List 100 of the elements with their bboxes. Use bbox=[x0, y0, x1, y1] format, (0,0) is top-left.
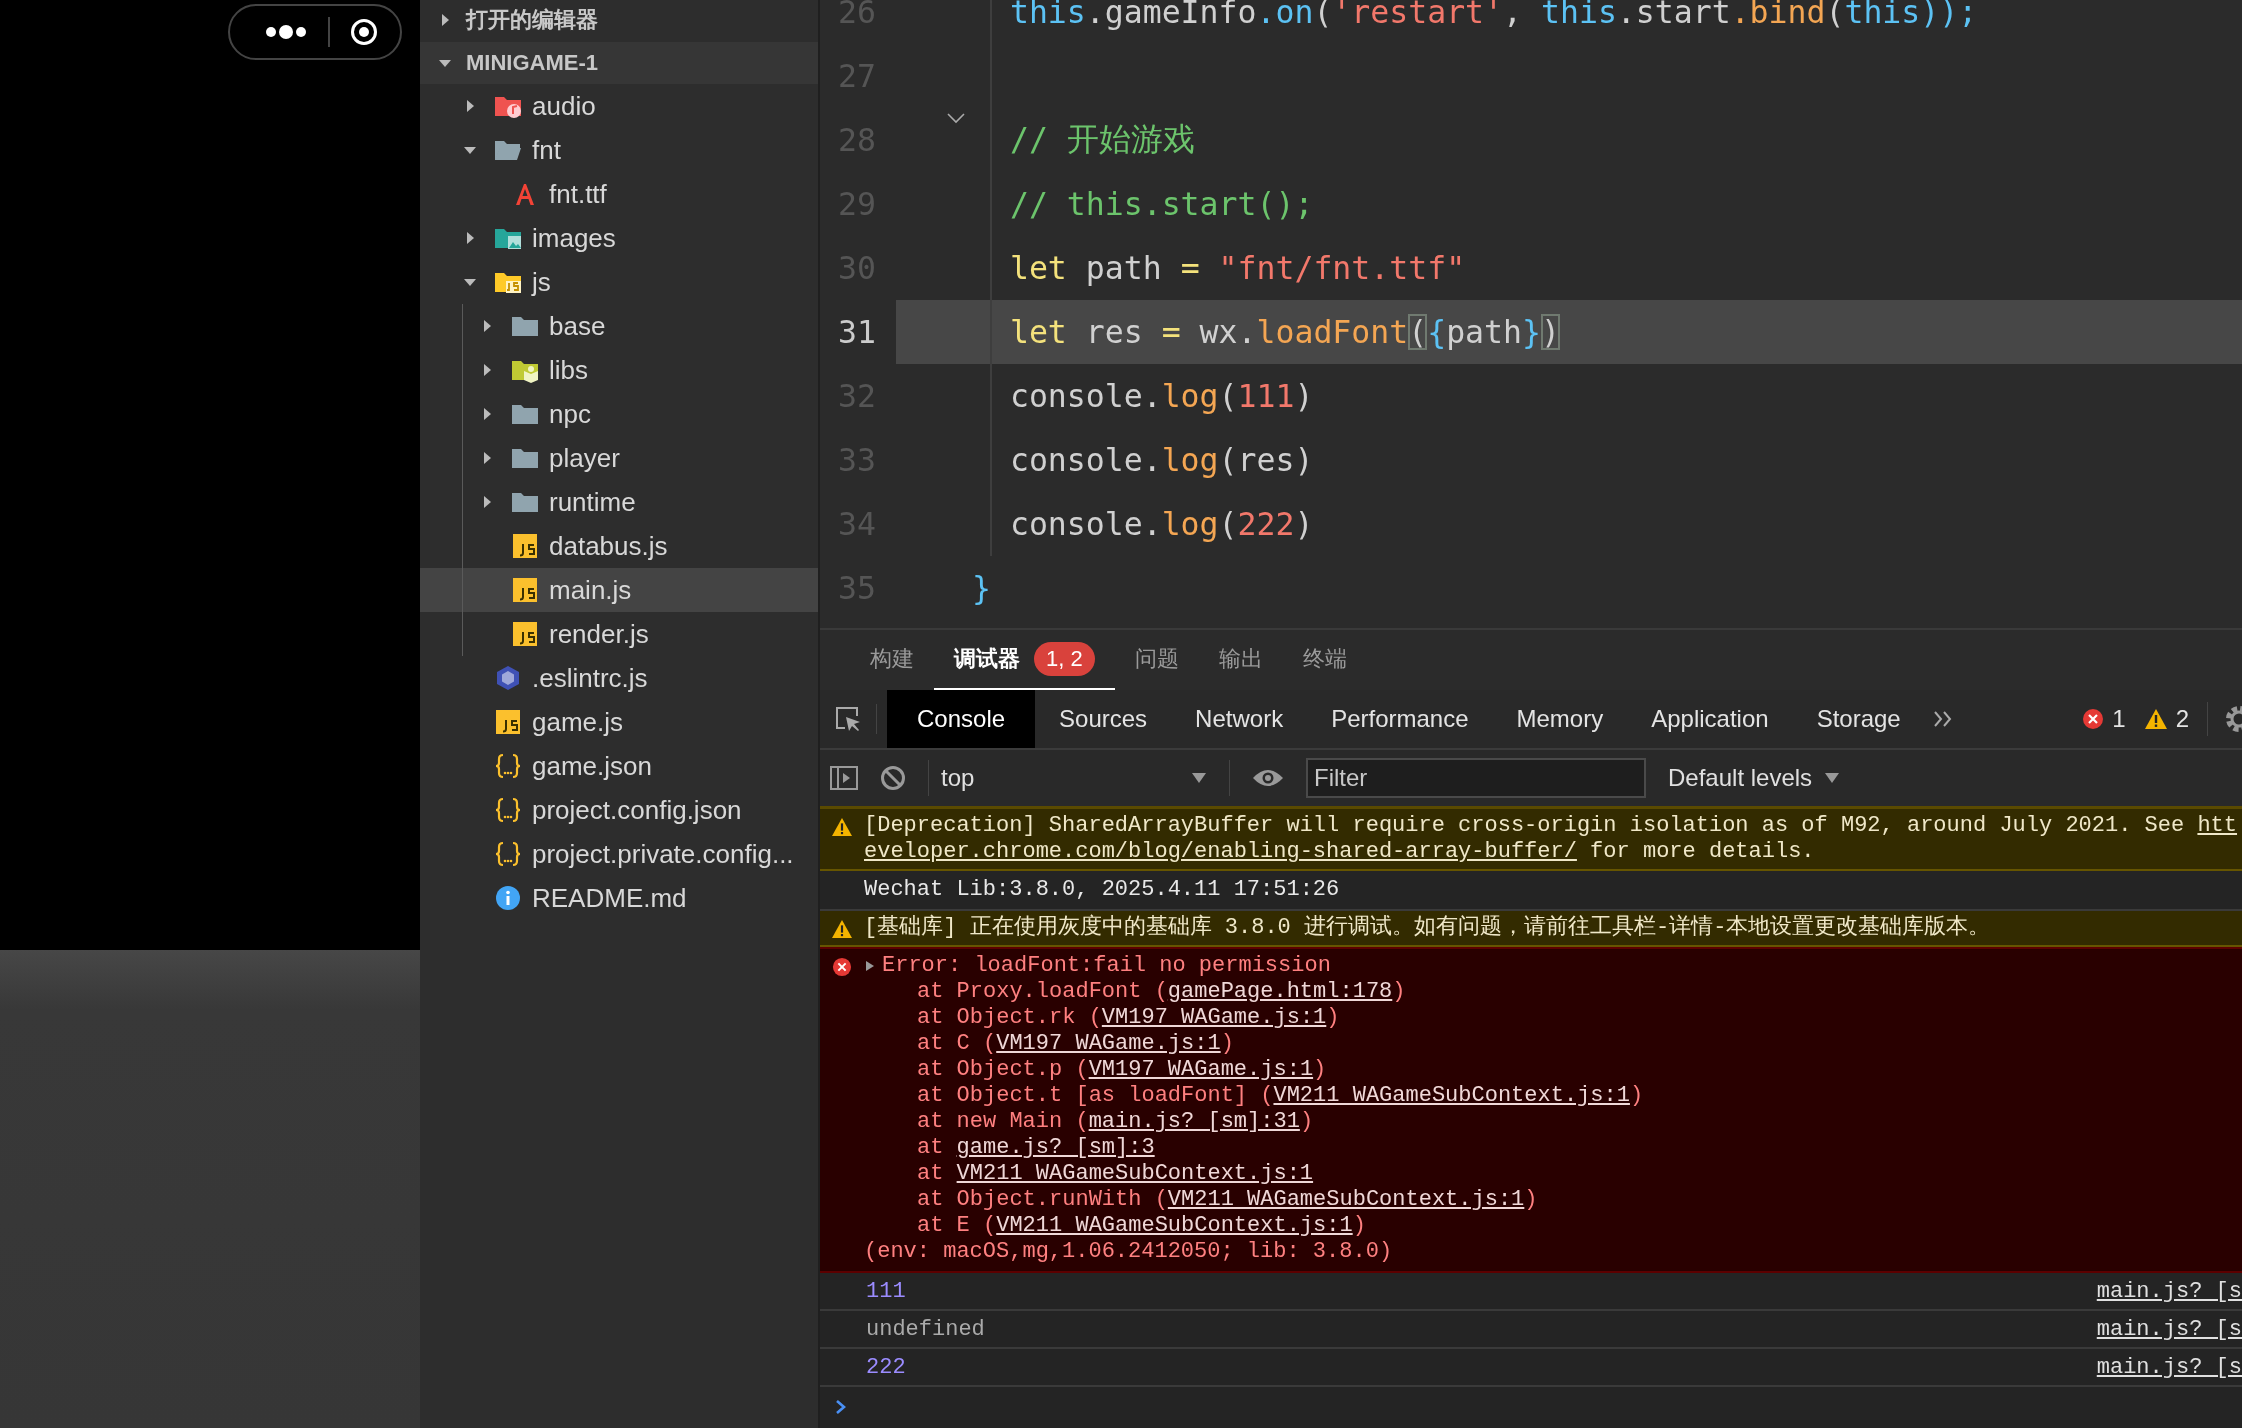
console-text: eveloper.chrome.com/blog/enabling-shared-array-buffer/ for more details. bbox=[864, 839, 1815, 865]
code-line: console.log(222) bbox=[1008, 506, 1314, 542]
tree-item[interactable]: images bbox=[420, 216, 818, 260]
source-link[interactable]: main.js? [s bbox=[2096, 1354, 2242, 1380]
devtools-tab[interactable]: Memory bbox=[1492, 690, 1628, 748]
js-file-icon bbox=[511, 621, 539, 647]
console-text: at game.js? [sm]:3 bbox=[917, 1135, 1155, 1161]
stack-link[interactable]: VM211 WAGameSubContext.js:1 bbox=[956, 1161, 1314, 1186]
panel-tab[interactable]: 终端 bbox=[1282, 630, 1367, 690]
inspect-icon[interactable] bbox=[834, 705, 862, 733]
devtools-tab[interactable]: Performance bbox=[1307, 690, 1493, 748]
console-text: Error: loadFont:fail no permission bbox=[882, 953, 1331, 979]
explorer-section[interactable]: 打开的编辑器 bbox=[420, 0, 818, 40]
console-text: at Proxy.loadFont (gamePage.html:178) bbox=[917, 979, 1406, 1005]
devtools-tab[interactable]: Storage bbox=[1792, 690, 1925, 748]
console-text: [基础库] 正在使用灰度中的基础库 3.8.0 进行调试。如有问题，请前往工具栏-详情-本地设置更改基础库版本。 bbox=[864, 915, 1991, 941]
stack-link[interactable]: VM211 WAGameSubContext.js:1 bbox=[996, 1213, 1353, 1238]
tree-item[interactable]: base bbox=[420, 304, 818, 348]
line-number: 31 bbox=[837, 313, 876, 352]
tree-item[interactable]: main.js bbox=[420, 568, 818, 612]
js-file-icon bbox=[494, 709, 522, 735]
console-text: at C (VM197 WAGame.js:1) bbox=[917, 1031, 1234, 1057]
code-line: let path = "fnt/fnt.ttf" bbox=[1008, 250, 1466, 286]
devtools-tab[interactable]: Network bbox=[1171, 690, 1308, 748]
panel-tab[interactable]: 构建 bbox=[850, 630, 934, 690]
error-count: 1 bbox=[2112, 705, 2126, 733]
stack-link[interactable]: VM211 WAGameSubContext.js:1 bbox=[1167, 1187, 1525, 1212]
tree-item[interactable]: runtime bbox=[420, 480, 818, 524]
code-line: } bbox=[972, 570, 991, 606]
filter-field[interactable]: Filter bbox=[1306, 758, 1646, 798]
console-text: (env: macOS,mg,1.06.2412050; lib: 3.8.0) bbox=[864, 1239, 1393, 1265]
more-icon[interactable] bbox=[264, 24, 308, 40]
code-line: this.gameInfo.on('restart', this.start.bind(this)); bbox=[1008, 0, 1978, 30]
dropdown-arrow-icon bbox=[1191, 772, 1207, 784]
tree-item[interactable]: audio bbox=[420, 84, 818, 128]
code-line: let res = wx.loadFont({path}) bbox=[1008, 314, 1560, 350]
clear-icon[interactable] bbox=[880, 765, 906, 791]
braces-icon bbox=[494, 841, 522, 867]
double-chevron-icon[interactable] bbox=[1932, 710, 1953, 728]
error-icon bbox=[2082, 708, 2105, 730]
stack-link[interactable]: VM197 WAGame.js:1 bbox=[1088, 1057, 1314, 1082]
panel-tab[interactable]: 输出 bbox=[1198, 630, 1283, 690]
tree-item[interactable]: game.json bbox=[420, 744, 818, 788]
log-value: 222 bbox=[866, 1354, 906, 1380]
log-value: 111 bbox=[866, 1278, 906, 1304]
close-target-icon[interactable] bbox=[350, 18, 378, 46]
warning-icon bbox=[2143, 708, 2168, 730]
devtools-tab[interactable]: Application bbox=[1627, 690, 1793, 748]
tree-item[interactable]: project.private.config... bbox=[420, 832, 818, 876]
devtools-tab[interactable]: Sources bbox=[1035, 690, 1172, 748]
devtools-tab[interactable]: Console bbox=[887, 690, 1036, 748]
js-file-icon bbox=[511, 577, 539, 603]
code-line: // this.start(); bbox=[1008, 186, 1314, 222]
eye-icon[interactable] bbox=[1252, 768, 1284, 788]
stack-link[interactable]: VM197 WAGame.js:1 bbox=[1101, 1005, 1327, 1030]
console-text: at VM211 WAGameSubContext.js:1 bbox=[917, 1161, 1314, 1187]
panel-tab[interactable]: 问题 bbox=[1114, 630, 1199, 690]
source-link[interactable]: main.js? [s bbox=[2096, 1278, 2242, 1304]
stack-link[interactable]: VM197 WAGame.js:1 bbox=[996, 1031, 1221, 1056]
warning-count: 2 bbox=[2175, 705, 2189, 733]
tree-item[interactable]: npc bbox=[420, 392, 818, 436]
tree-item[interactable]: render.js bbox=[420, 612, 818, 656]
context-select[interactable]: top bbox=[941, 764, 1207, 792]
source-link[interactable]: main.js? [s bbox=[2096, 1316, 2242, 1342]
code-line: // 开始游戏 bbox=[1008, 120, 1195, 159]
console-text: [Deprecation] SharedArrayBuffer will require cross-origin isolation as of M92, around July 2021. See htt bbox=[864, 813, 2238, 839]
tree-item[interactable]: databus.js bbox=[420, 524, 818, 568]
tree-item[interactable]: fnt bbox=[420, 128, 818, 172]
stack-link[interactable]: game.js? [sm]:3 bbox=[956, 1135, 1155, 1160]
prompt-chevron-icon[interactable] bbox=[834, 1398, 848, 1416]
sidebar-toggle-icon[interactable] bbox=[830, 766, 858, 790]
tree-item[interactable]: fnt.ttf bbox=[420, 172, 818, 216]
error-count-badge: 1, 2 bbox=[1034, 642, 1095, 676]
log-value: undefined bbox=[866, 1316, 985, 1342]
braces-icon bbox=[494, 753, 522, 779]
tree-item[interactable]: js bbox=[420, 260, 818, 304]
tree-item[interactable]: player bbox=[420, 436, 818, 480]
stack-link[interactable]: main.js? [sm]:31 bbox=[1088, 1109, 1300, 1134]
error-icon bbox=[832, 957, 852, 977]
info-icon bbox=[494, 885, 522, 911]
stack-link[interactable]: eveloper.chrome.com/blog/enabling-shared-array-buffer/ bbox=[864, 839, 1577, 864]
tree-item[interactable]: README.md bbox=[420, 876, 818, 920]
tree-item[interactable]: libs bbox=[420, 348, 818, 392]
stack-link[interactable]: gamePage.html:178 bbox=[1167, 979, 1393, 1004]
console-text: Wechat Lib:3.8.0, 2025.4.11 17:51:26 bbox=[864, 877, 1340, 903]
levels-dropdown[interactable]: Default levels bbox=[1668, 764, 1841, 792]
stack-link[interactable]: VM211 WAGameSubContext.js:1 bbox=[1273, 1083, 1630, 1108]
expand-arrow-icon[interactable] bbox=[864, 959, 876, 973]
tree-item[interactable]: .eslintrc.js bbox=[420, 656, 818, 700]
tree-item[interactable]: project.config.json bbox=[420, 788, 818, 832]
code-line: console.log(res) bbox=[1008, 442, 1314, 478]
chevron-down-icon[interactable] bbox=[946, 112, 966, 124]
tree-item[interactable]: game.js bbox=[420, 700, 818, 744]
console-text: at Object.runWith (VM211 WAGameSubContext.js:1) bbox=[917, 1187, 1538, 1213]
js-file-icon bbox=[511, 533, 539, 559]
warning-icon bbox=[831, 817, 853, 837]
braces-icon bbox=[494, 797, 522, 823]
stack-link[interactable]: htt bbox=[2197, 813, 2238, 838]
explorer-section[interactable]: MINIGAME-1 bbox=[420, 42, 818, 84]
dropdown-arrow-icon bbox=[1824, 772, 1841, 784]
